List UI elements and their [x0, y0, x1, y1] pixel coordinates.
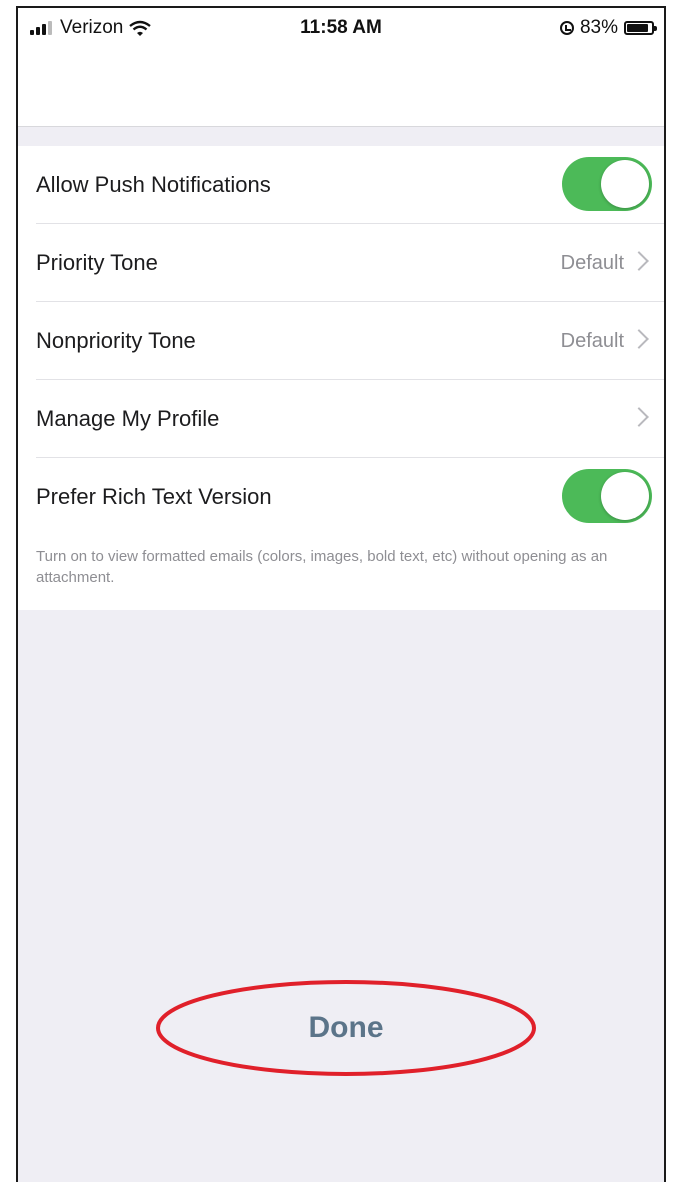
phone-screen: Verizon 11:58 AM 83% Allow Push Notifica…: [16, 6, 666, 1182]
row-label: Manage My Profile: [36, 406, 220, 431]
row-label: Allow Push Notifications: [36, 172, 271, 197]
row-priority-tone[interactable]: Priority Tone Default: [18, 224, 664, 302]
row-label: Prefer Rich Text Version: [36, 484, 272, 509]
row-label: Nonpriority Tone: [36, 328, 196, 353]
chevron-right-icon: [629, 407, 649, 427]
orientation-lock-icon: [559, 21, 574, 35]
toggle-knob: [601, 472, 649, 520]
row-allow-push-notifications: Allow Push Notifications: [18, 146, 664, 224]
rich-text-footnote: Turn on to view formatted emails (colors…: [36, 548, 608, 586]
row-nonpriority-tone[interactable]: Nonpriority Tone Default: [18, 302, 664, 380]
battery-icon: [624, 21, 657, 35]
chevron-right-icon: [629, 251, 649, 271]
settings-group: Allow Push Notifications Priority Tone D…: [18, 146, 664, 610]
row-prefer-rich-text: Prefer Rich Text Version: [18, 458, 664, 536]
battery-percent: 83%: [579, 17, 618, 38]
done-button[interactable]: Done: [154, 978, 538, 1078]
toggle-knob: [601, 160, 649, 208]
push-notifications-toggle[interactable]: [562, 157, 652, 211]
navigation-bar: [18, 48, 664, 127]
rich-text-toggle[interactable]: [562, 469, 652, 523]
status-right: 83%: [559, 17, 657, 39]
chevron-right-icon: [629, 329, 649, 349]
row-value: Default: [560, 252, 624, 274]
row-value: Default: [560, 330, 624, 352]
row-label: Priority Tone: [36, 250, 158, 275]
row-manage-my-profile[interactable]: Manage My Profile: [18, 380, 664, 458]
status-bar: Verizon 11:58 AM 83%: [18, 8, 664, 48]
done-area: Done: [154, 978, 538, 1078]
